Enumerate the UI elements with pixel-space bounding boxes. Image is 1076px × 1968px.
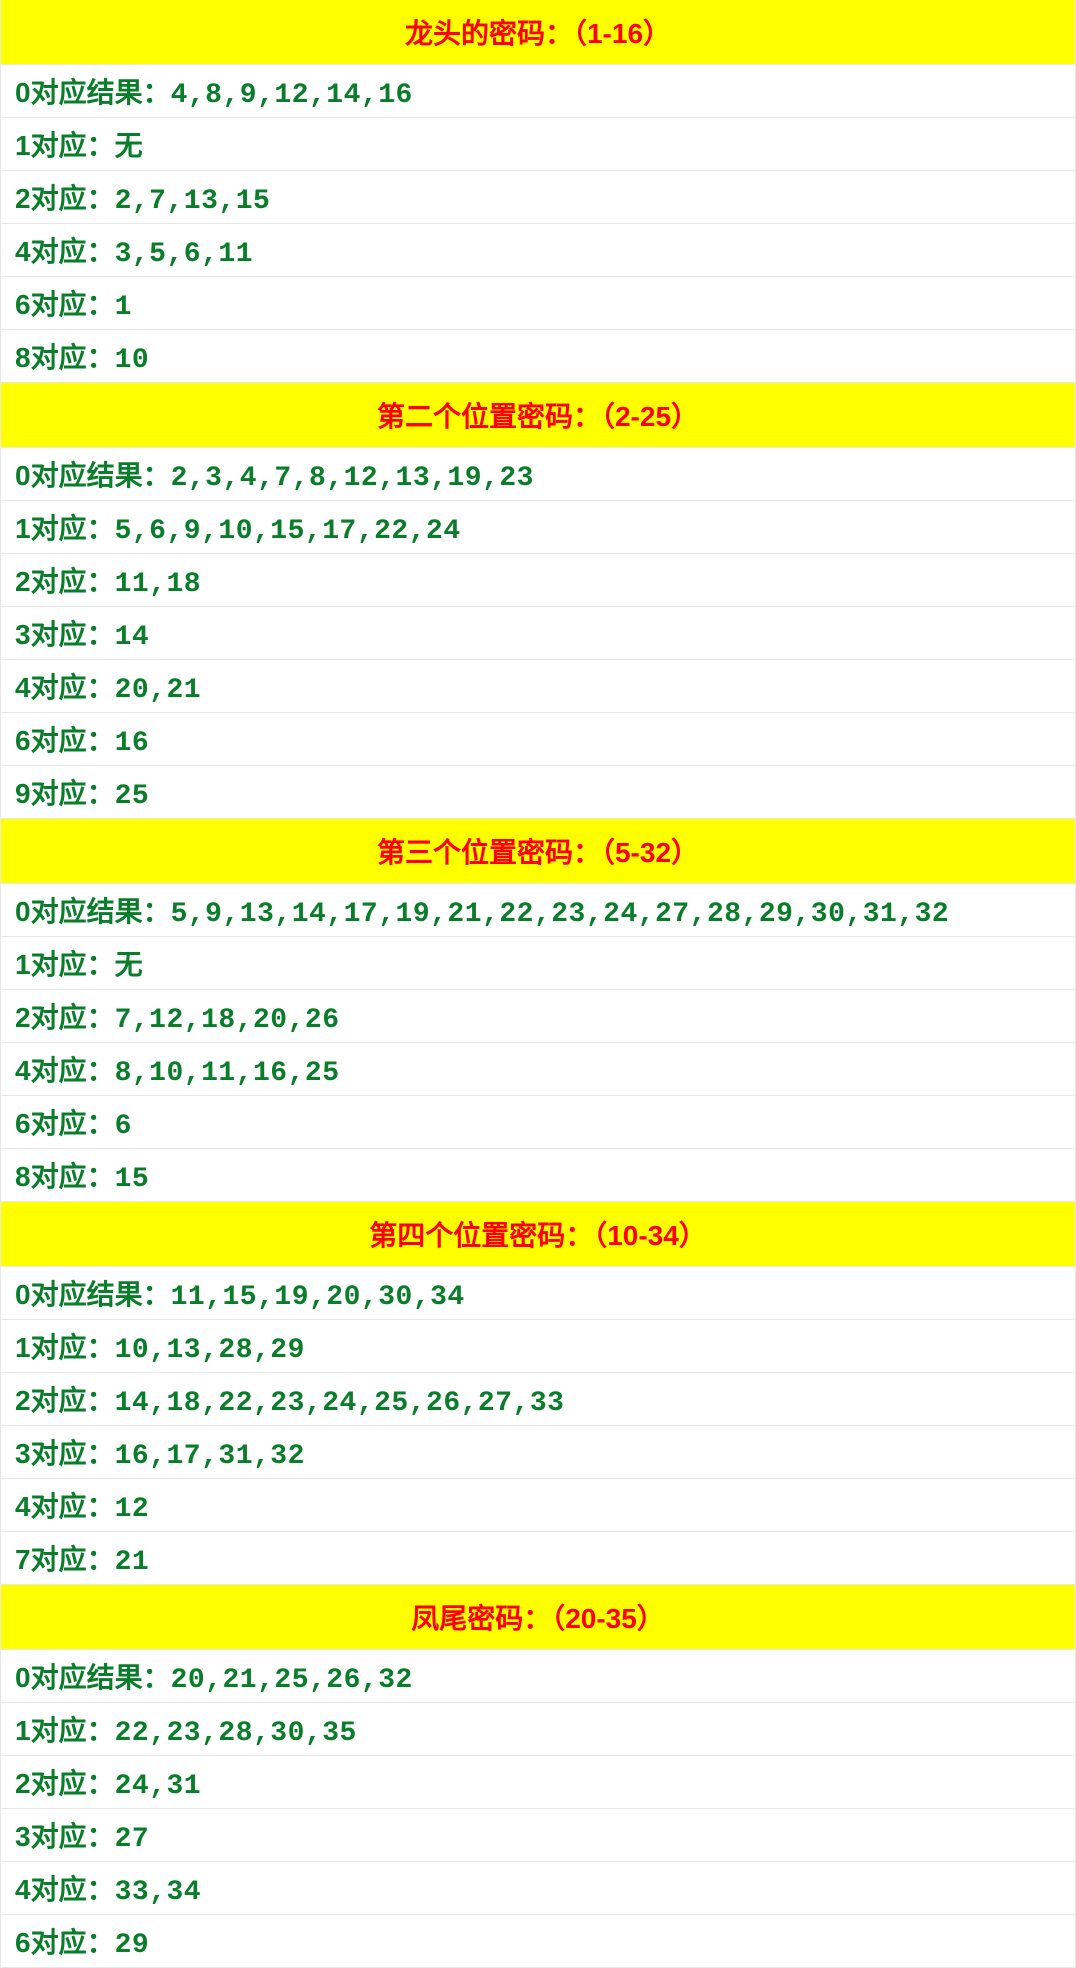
row-value: 无 — [115, 952, 144, 983]
row-label: 1对应： — [15, 949, 115, 980]
data-row: 1对应：5,6,9,10,15,17,22,24 — [1, 501, 1075, 554]
row-value: 25 — [115, 781, 150, 812]
data-row: 0对应结果：11,15,19,20,30,34 — [1, 1267, 1075, 1320]
data-row: 2对应：24,31 — [1, 1756, 1075, 1809]
row-value: 33,34 — [115, 1877, 202, 1908]
data-row: 1对应：10,13,28,29 — [1, 1320, 1075, 1373]
row-value: 2,3,4,7,8,12,13,19,23 — [171, 463, 534, 494]
row-label: 4对应： — [15, 236, 115, 267]
row-value: 11,18 — [115, 569, 202, 600]
row-value: 20,21 — [115, 675, 202, 706]
section-header: 第二个位置密码：（2-25） — [1, 383, 1075, 448]
row-label: 1对应： — [15, 513, 115, 544]
row-label: 0对应结果： — [15, 1279, 171, 1310]
row-label: 9对应： — [15, 778, 115, 809]
section-header: 凤尾密码：（20-35） — [1, 1585, 1075, 1650]
row-value: 7,12,18,20,26 — [115, 1005, 340, 1036]
row-value: 1 — [115, 292, 132, 323]
row-value: 3,5,6,11 — [115, 239, 253, 270]
data-row: 8对应：10 — [1, 330, 1075, 383]
data-row: 2对应：7,12,18,20,26 — [1, 990, 1075, 1043]
section-header: 第三个位置密码：（5-32） — [1, 819, 1075, 884]
data-row: 3对应：14 — [1, 607, 1075, 660]
row-label: 6对应： — [15, 289, 115, 320]
data-row: 4对应：33,34 — [1, 1862, 1075, 1915]
row-value: 29 — [115, 1930, 150, 1961]
data-row: 0对应结果：20,21,25,26,32 — [1, 1650, 1075, 1703]
data-row: 6对应：29 — [1, 1915, 1075, 1968]
row-label: 1对应： — [15, 130, 115, 161]
data-row: 2对应：2,7,13,15 — [1, 171, 1075, 224]
data-row: 2对应：14,18,22,23,24,25,26,27,33 — [1, 1373, 1075, 1426]
data-row: 1对应：22,23,28,30,35 — [1, 1703, 1075, 1756]
row-label: 8对应： — [15, 342, 115, 373]
data-row: 6对应：6 — [1, 1096, 1075, 1149]
section-header: 龙头的密码：（1-16） — [1, 0, 1075, 65]
data-row: 7对应：21 — [1, 1532, 1075, 1585]
row-value: 11,15,19,20,30,34 — [171, 1282, 465, 1313]
row-label: 3对应： — [15, 619, 115, 650]
row-label: 0对应结果： — [15, 896, 171, 927]
data-row: 6对应：1 — [1, 277, 1075, 330]
row-value: 27 — [115, 1824, 150, 1855]
row-value: 14,18,22,23,24,25,26,27,33 — [115, 1388, 565, 1419]
data-row: 1对应：无 — [1, 937, 1075, 990]
row-label: 7对应： — [15, 1544, 115, 1575]
data-row: 8对应：15 — [1, 1149, 1075, 1202]
data-row: 0对应结果：2,3,4,7,8,12,13,19,23 — [1, 448, 1075, 501]
row-value: 20,21,25,26,32 — [171, 1665, 413, 1696]
row-label: 0对应结果： — [15, 460, 171, 491]
data-row: 3对应：16,17,31,32 — [1, 1426, 1075, 1479]
row-value: 16 — [115, 728, 150, 759]
row-value: 22,23,28,30,35 — [115, 1718, 357, 1749]
row-label: 4对应： — [15, 1874, 115, 1905]
row-value: 24,31 — [115, 1771, 202, 1802]
row-label: 2对应： — [15, 1385, 115, 1416]
row-label: 6对应： — [15, 1108, 115, 1139]
data-table-container: 龙头的密码：（1-16）0对应结果：4,8,9,12,14,161对应：无2对应… — [0, 0, 1076, 1968]
row-value: 5,9,13,14,17,19,21,22,23,24,27,28,29,30,… — [171, 899, 950, 930]
row-value: 14 — [115, 622, 150, 653]
row-label: 6对应： — [15, 1927, 115, 1958]
row-label: 8对应： — [15, 1161, 115, 1192]
row-value: 16,17,31,32 — [115, 1441, 305, 1472]
section-header: 第四个位置密码：（10-34） — [1, 1202, 1075, 1267]
row-label: 4对应： — [15, 1491, 115, 1522]
row-value: 10 — [115, 345, 150, 376]
row-value: 5,6,9,10,15,17,22,24 — [115, 516, 461, 547]
row-value: 4,8,9,12,14,16 — [171, 80, 413, 111]
data-row: 6对应：16 — [1, 713, 1075, 766]
data-row: 1对应：无 — [1, 118, 1075, 171]
data-row: 2对应：11,18 — [1, 554, 1075, 607]
row-value: 21 — [115, 1547, 150, 1578]
row-label: 2对应： — [15, 1002, 115, 1033]
data-row: 0对应结果：4,8,9,12,14,16 — [1, 65, 1075, 118]
row-label: 1对应： — [15, 1332, 115, 1363]
data-row: 9对应：25 — [1, 766, 1075, 819]
data-row: 4对应：3,5,6,11 — [1, 224, 1075, 277]
row-label: 0对应结果： — [15, 77, 171, 108]
row-label: 3对应： — [15, 1438, 115, 1469]
row-label: 4对应： — [15, 1055, 115, 1086]
row-label: 4对应： — [15, 672, 115, 703]
row-value: 15 — [115, 1164, 150, 1195]
row-value: 6 — [115, 1111, 132, 1142]
row-value: 2,7,13,15 — [115, 186, 271, 217]
row-label: 2对应： — [15, 566, 115, 597]
data-row: 3对应：27 — [1, 1809, 1075, 1862]
data-row: 4对应：20,21 — [1, 660, 1075, 713]
row-value: 10,13,28,29 — [115, 1335, 305, 1366]
row-label: 2对应： — [15, 1768, 115, 1799]
row-label: 2对应： — [15, 183, 115, 214]
row-label: 3对应： — [15, 1821, 115, 1852]
data-row: 4对应：8,10,11,16,25 — [1, 1043, 1075, 1096]
row-label: 0对应结果： — [15, 1662, 171, 1693]
data-row: 4对应：12 — [1, 1479, 1075, 1532]
row-label: 6对应： — [15, 725, 115, 756]
row-value: 8,10,11,16,25 — [115, 1058, 340, 1089]
row-label: 1对应： — [15, 1715, 115, 1746]
data-row: 0对应结果：5,9,13,14,17,19,21,22,23,24,27,28,… — [1, 884, 1075, 937]
row-value: 无 — [115, 133, 144, 164]
row-value: 12 — [115, 1494, 150, 1525]
